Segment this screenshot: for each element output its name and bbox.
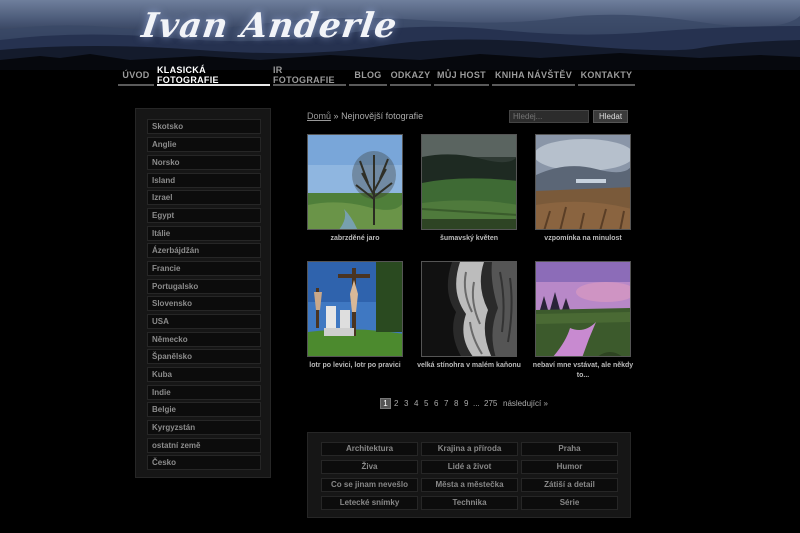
breadcrumb-current: Nejnovější fotografie (341, 111, 424, 121)
category-lide-a-zivot[interactable]: Lidé a život (421, 460, 518, 474)
sidebar-item-kyrgyzstan[interactable]: Kyrgyzstán (147, 420, 261, 435)
nav-item-kniha-navstev[interactable]: KNIHA NÁVŠTĚV (492, 66, 575, 86)
page-link[interactable]: 3 (404, 398, 408, 409)
sidebar-item-cesko[interactable]: Česko (147, 455, 261, 470)
page-link-last[interactable]: 275 (484, 398, 497, 409)
page-ellipsis: ... (473, 399, 480, 408)
sidebar-item-island[interactable]: Island (147, 173, 261, 188)
nav-item-muj-host[interactable]: MŮJ HOST (434, 66, 489, 86)
sidebar-item-skotsko[interactable]: Skotsko (147, 119, 261, 134)
photo-caption[interactable]: nebaví mne vstávat, ale někdy to... (528, 361, 638, 381)
site-logo[interactable]: Ivan Anderle (139, 6, 400, 46)
mountain-landscape-image (0, 14, 800, 70)
sidebar-item-nemecko[interactable]: Německo (147, 332, 261, 347)
photo-thumb-purple-dawn-stream[interactable] (535, 261, 631, 357)
sidebar-item-indie[interactable]: Indie (147, 385, 261, 400)
page-link[interactable]: 5 (424, 398, 428, 409)
page-link[interactable]: 6 (434, 398, 438, 409)
photo-thumb-canyon-rock-bw[interactable] (421, 261, 517, 357)
sidebar-item-spanelsko[interactable]: Španělsko (147, 349, 261, 364)
page-link[interactable]: 9 (464, 398, 468, 409)
photo-thumb-misty-valley-lake[interactable] (535, 134, 631, 230)
page-link[interactable]: 4 (414, 398, 418, 409)
sidebar-item-kuba[interactable]: Kuba (147, 367, 261, 382)
sidebar-item-ostatni-zeme[interactable]: ostatní země (147, 438, 261, 453)
sidebar-item-izrael[interactable]: Izrael (147, 190, 261, 205)
category-mesta-a-mestecka[interactable]: Města a městečka (421, 478, 518, 492)
search-button[interactable]: Hledat (593, 110, 628, 123)
category-serie[interactable]: Série (521, 496, 618, 510)
category-letecke-snimky[interactable]: Letecké snímky (321, 496, 418, 510)
category-grid: Architektura Krajina a příroda Praha Živ… (307, 432, 631, 518)
sidebar-item-francie[interactable]: Francie (147, 261, 261, 276)
nav-item-odkazy[interactable]: ODKAZY (390, 66, 431, 86)
page-link[interactable]: 7 (444, 398, 448, 409)
next-page-link[interactable]: následující » (503, 398, 548, 409)
nav-item-klasicka-fotografie[interactable]: KLASICKÁ FOTOGRAFIE (157, 65, 270, 86)
sidebar-item-belgie[interactable]: Belgie (147, 402, 261, 417)
photo-caption[interactable]: lotr po levici, lotr po pravici (300, 361, 410, 371)
page-current: 1 (380, 398, 391, 409)
photo-caption[interactable]: šumavský květen (414, 234, 524, 244)
nav-item-blog[interactable]: BLOG (349, 66, 387, 86)
sidebar-item-portugalsko[interactable]: Portugalsko (147, 279, 261, 294)
breadcrumb: Domů » Nejnovější fotografie (307, 111, 423, 121)
category-technika[interactable]: Technika (421, 496, 518, 510)
sidebar-item-anglie[interactable]: Anglie (147, 137, 261, 152)
nav-item-ir-fotografie[interactable]: IR FOTOGRAFIE (273, 65, 346, 86)
sidebar-item-norsko[interactable]: Norsko (147, 155, 261, 170)
photo-thumb-green-hills-forest[interactable] (421, 134, 517, 230)
category-ziva[interactable]: Živa (321, 460, 418, 474)
photo-caption[interactable]: zabrzděné jaro (300, 234, 410, 244)
nav-item-uvod[interactable]: ÚVOD (118, 66, 154, 86)
sidebar-item-italie[interactable]: Itálie (147, 226, 261, 241)
category-praha[interactable]: Praha (521, 442, 618, 456)
breadcrumb-separator: » (333, 111, 339, 121)
sidebar-item-egypt[interactable]: Egypt (147, 208, 261, 223)
country-sidebar: Skotsko Anglie Norsko Island Izrael Egyp… (135, 108, 271, 478)
category-architektura[interactable]: Architektura (321, 442, 418, 456)
page-link[interactable]: 8 (454, 398, 458, 409)
main-nav: ÚVOD KLASICKÁ FOTOGRAFIE IR FOTOGRAFIE B… (118, 65, 644, 86)
search-input[interactable] (509, 110, 589, 123)
nav-item-kontakty[interactable]: KONTAKTY (578, 66, 635, 86)
category-humor[interactable]: Humor (521, 460, 618, 474)
category-zatisi-a-detail[interactable]: Zátiší a detail (521, 478, 618, 492)
sidebar-item-azerbajdzan[interactable]: Ázerbájdžán (147, 243, 261, 258)
photo-thumb-crucifix-statues[interactable] (307, 261, 403, 357)
sidebar-item-slovensko[interactable]: Slovensko (147, 296, 261, 311)
photo-caption[interactable]: vzpomínka na minulost (528, 234, 638, 244)
breadcrumb-home-link[interactable]: Domů (307, 111, 331, 121)
category-co-se-jinam-neveslo[interactable]: Co se jinam nevešlo (321, 478, 418, 492)
photo-caption[interactable]: velká stínohra v malém kaňonu (414, 361, 524, 371)
page-link[interactable]: 2 (394, 398, 398, 409)
pagination: 1 2 3 4 5 6 7 8 9 ... 275 následující » (380, 398, 560, 409)
category-krajina-a-priroda[interactable]: Krajina a příroda (421, 442, 518, 456)
photo-thumb-bare-tree-meadow[interactable] (307, 134, 403, 230)
sidebar-item-usa[interactable]: USA (147, 314, 261, 329)
header-banner: Ivan Anderle (0, 0, 800, 70)
